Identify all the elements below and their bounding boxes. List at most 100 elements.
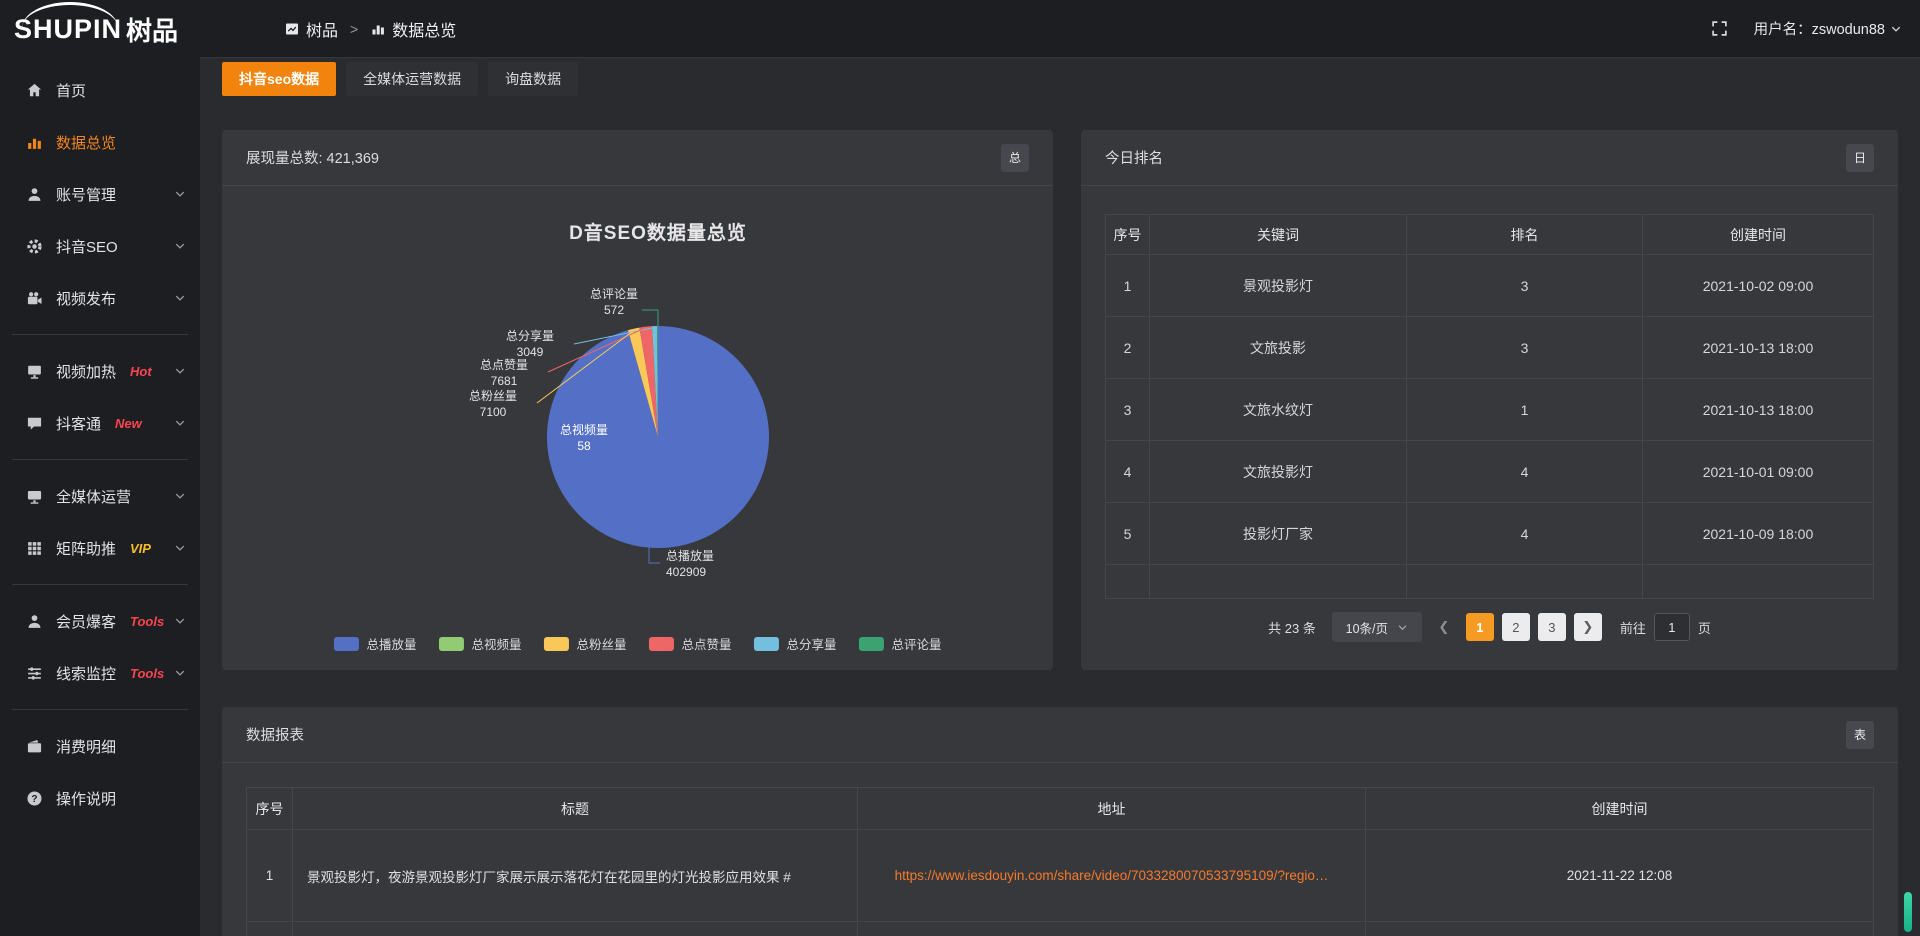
report-panel: 数据报表 表 序号 标题 地址 创建时间 1 景观投影灯，夜游景观投影灯厂	[222, 707, 1898, 936]
tab-inquiry-data[interactable]: 询盘数据	[488, 62, 578, 96]
ranking-panel-title: 今日排名	[1105, 147, 1163, 168]
chevron-down-icon	[174, 615, 186, 627]
sidebar-item-clue-monitor[interactable]: 线索监控 Tools	[0, 647, 200, 699]
sidebar-item-account[interactable]: 账号管理	[0, 168, 200, 220]
cell-created: 2021-10-13 18:00	[1643, 317, 1874, 379]
tab-douyin-seo-data[interactable]: 抖音seo数据	[222, 62, 336, 96]
sidebar-item-label: 视频加热	[56, 361, 116, 382]
chat-icon	[26, 415, 43, 432]
col-header-keyword: 关键词	[1150, 215, 1407, 255]
sidebar-item-doukertong[interactable]: 抖客通 New	[0, 397, 200, 449]
sidebar-item-video-publish[interactable]: 视频发布	[0, 272, 200, 324]
bar-chart-icon	[370, 21, 386, 37]
app-root: SHUPIN 树品 首页 数据总览 账号管理 抖音SEO	[0, 0, 1920, 936]
main-content: 抖音seo数据 全媒体运营数据 询盘数据 展现量总数: 421,369 总 D音…	[200, 59, 1920, 936]
username-label: 用户名：zswodun88	[1754, 18, 1885, 39]
legend-chip	[333, 637, 358, 651]
sidebar-item-matrix-boost[interactable]: 矩阵助推 VIP	[0, 522, 200, 574]
cell-rank: 3	[1407, 317, 1643, 379]
report-table-header-row: 序号 标题 地址 创建时间	[247, 788, 1874, 830]
goto-page-input[interactable]	[1654, 613, 1690, 641]
legend-chip	[754, 637, 779, 651]
data-tabs: 抖音seo数据 全媒体运营数据 询盘数据	[222, 62, 1898, 96]
video-link[interactable]: https://www.iesdouyin.com/share/video/70…	[895, 868, 1329, 883]
cell-rank: 1	[1407, 379, 1643, 441]
cell-keyword: 景观投影灯	[1150, 255, 1407, 317]
ranking-table: 序号 关键词 排名 创建时间 1 景观投影灯 3 2021-10-02 09:0…	[1105, 214, 1874, 599]
pie-callout-lines	[222, 186, 1053, 669]
breadcrumb-current: 数据总览	[392, 17, 456, 41]
fullscreen-icon[interactable]	[1711, 20, 1728, 37]
chevron-down-icon	[174, 365, 186, 377]
chevron-down-icon	[174, 188, 186, 200]
chevron-down-icon	[174, 292, 186, 304]
goto-suffix: 页	[1698, 618, 1711, 637]
sidebar-item-label: 会员爆客	[56, 611, 116, 632]
sidebar-item-label: 数据总览	[56, 132, 116, 153]
breadcrumb-separator: >	[350, 21, 358, 37]
pagination: 共 23 条 10条/页 ❮ 1 2 3 ❯ 前往 页	[1081, 612, 1898, 642]
legend-item-videos[interactable]: 总视频量	[438, 634, 521, 653]
total-view-button[interactable]: 总	[1001, 144, 1029, 172]
logo-text-cn: 树品	[126, 11, 178, 48]
sidebar-item-video-heat[interactable]: 视频加热 Hot	[0, 345, 200, 397]
sidebar-item-home[interactable]: 首页	[0, 64, 200, 116]
cell-created: 2021-10-01 09:00	[1643, 441, 1874, 503]
sidebar-item-help[interactable]: ? 操作说明	[0, 772, 200, 824]
legend-item-plays[interactable]: 总播放量	[333, 634, 416, 653]
cell-index: 2	[1106, 317, 1150, 379]
cell-created: 2021-11-22 12:08	[1366, 830, 1874, 922]
pie-label-shares: 总分享量3049	[490, 329, 570, 360]
table-row: 1 景观投影灯 3 2021-10-02 09:00	[1106, 255, 1874, 317]
page-size-select[interactable]: 10条/页	[1332, 612, 1422, 642]
legend-item-comments[interactable]: 总评论量	[859, 634, 942, 653]
user-icon	[26, 613, 43, 630]
video-camera-icon	[26, 290, 43, 307]
gear-icon	[26, 238, 43, 255]
page-button-1[interactable]: 1	[1466, 613, 1494, 641]
menu-divider	[12, 334, 188, 335]
chevron-down-icon	[174, 667, 186, 679]
tab-media-operation-data[interactable]: 全媒体运营数据	[346, 62, 478, 96]
sidebar-item-member-burst[interactable]: 会员爆客 Tools	[0, 595, 200, 647]
sidebar-item-label: 线索监控	[56, 663, 116, 684]
breadcrumb-root[interactable]: 树品	[306, 17, 338, 41]
sidebar-item-data-overview[interactable]: 数据总览	[0, 116, 200, 168]
next-page-button[interactable]: ❯	[1574, 613, 1602, 641]
cell-keyword: 文旅投影	[1150, 317, 1407, 379]
impressions-total: 展现量总数: 421,369	[246, 147, 379, 168]
page-size-value: 10条/页	[1346, 618, 1388, 637]
legend-item-shares[interactable]: 总分享量	[754, 634, 837, 653]
page-button-2[interactable]: 2	[1502, 613, 1530, 641]
page-button-3[interactable]: 3	[1538, 613, 1566, 641]
tools-badge: Tools	[130, 614, 164, 629]
breadcrumb: 树品 > 数据总览	[284, 17, 456, 41]
prev-page-button[interactable]: ❮	[1430, 613, 1458, 641]
chevron-down-icon	[1397, 622, 1408, 633]
user-menu[interactable]: 用户名：zswodun88	[1754, 18, 1902, 39]
cell-index: 5	[1106, 503, 1150, 565]
cell-keyword: 投影灯厂家	[1150, 503, 1407, 565]
table-row-partial	[247, 922, 1874, 936]
sidebar-item-consumption-detail[interactable]: 消费明细	[0, 720, 200, 772]
cell-index: 1	[247, 830, 293, 922]
sidebar-item-label: 抖客通	[56, 413, 101, 434]
legend-item-fans[interactable]: 总粉丝量	[543, 634, 626, 653]
sidebar-item-douyin-seo[interactable]: 抖音SEO	[0, 220, 200, 272]
floating-widget[interactable]	[1904, 892, 1912, 932]
table-view-button[interactable]: 表	[1846, 721, 1874, 749]
report-table: 序号 标题 地址 创建时间 1 景观投影灯，夜游景观投影灯厂家展示展示落花灯在花…	[246, 787, 1874, 936]
ranking-panel: 今日排名 日 序号 关键词 排名 创建时间	[1081, 130, 1898, 670]
wallet-icon	[26, 738, 43, 755]
legend-item-likes[interactable]: 总点赞量	[649, 634, 732, 653]
panels-row: 展现量总数: 421,369 总 D音SEO数据量总览 总评论量572	[222, 130, 1898, 670]
report-panel-title: 数据报表	[246, 724, 304, 745]
menu-divider	[12, 709, 188, 710]
chevron-down-icon	[174, 542, 186, 554]
pie-label-likes: 总点赞量7681	[464, 358, 544, 389]
day-view-button[interactable]: 日	[1846, 144, 1874, 172]
sidebar-item-label: 抖音SEO	[56, 236, 118, 257]
tools-badge: Tools	[130, 666, 164, 681]
sidebar-item-media-operation[interactable]: 全媒体运营	[0, 470, 200, 522]
chart-legend: 总播放量 总视频量 总粉丝量 总点赞量	[333, 634, 941, 653]
